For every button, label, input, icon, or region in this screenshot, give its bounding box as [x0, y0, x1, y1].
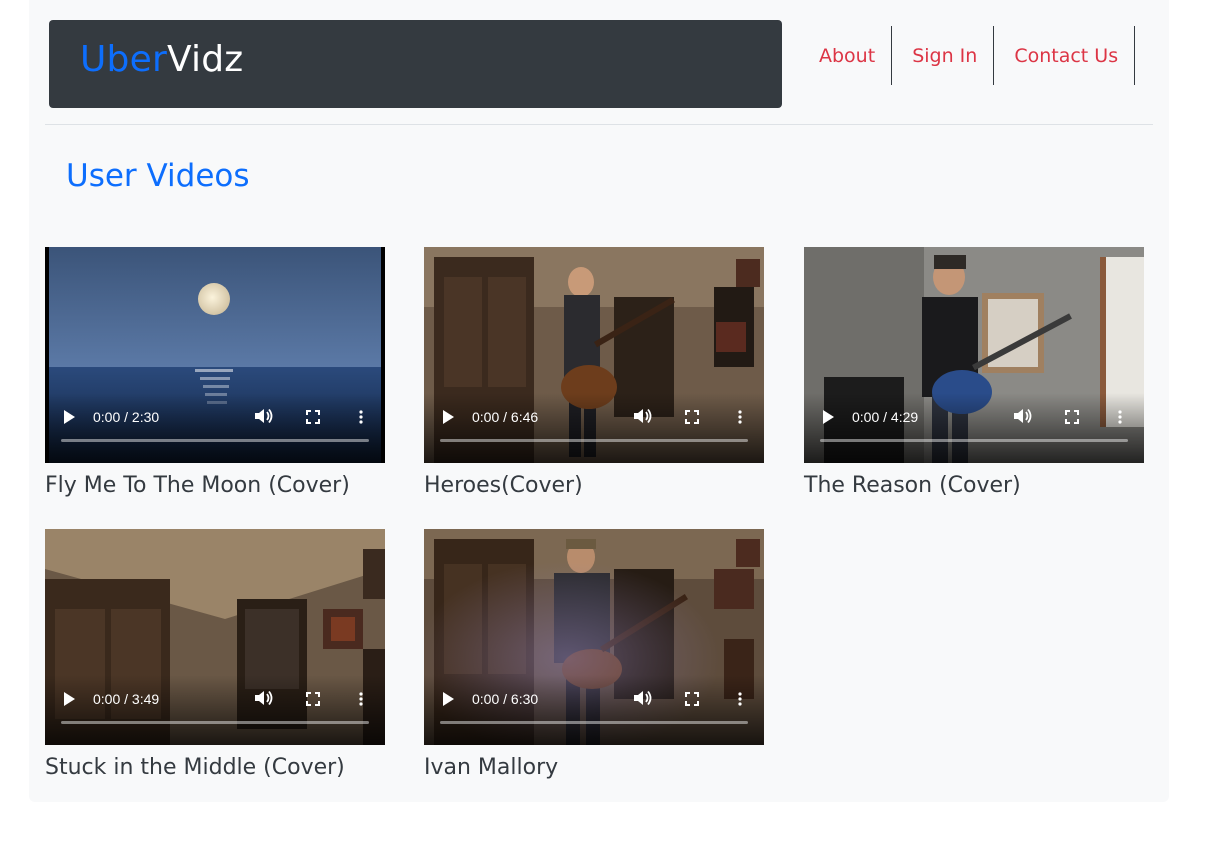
video-controls: 0:00 / 2:30 [45, 393, 385, 463]
video-time: 0:00 / 3:49 [93, 691, 160, 707]
volume-icon[interactable] [255, 407, 273, 425]
video-progress-bar[interactable] [440, 721, 748, 724]
play-icon[interactable] [440, 409, 456, 425]
video-title[interactable]: The Reason (Cover) [804, 473, 1144, 498]
brand-vidz: Vidz [166, 39, 244, 80]
fullscreen-icon[interactable] [1064, 409, 1080, 425]
brand-logo[interactable]: UberVidz [80, 39, 243, 80]
fullscreen-icon[interactable] [684, 409, 700, 425]
play-icon[interactable] [820, 409, 836, 425]
play-icon[interactable] [440, 691, 456, 707]
play-icon[interactable] [61, 691, 77, 707]
video-time: 0:00 / 2:30 [93, 409, 160, 425]
video-controls: 0:00 / 3:49 [45, 675, 385, 745]
video-time: 0:00 / 6:30 [472, 691, 539, 707]
video-title[interactable]: Stuck in the Middle (Cover) [45, 755, 385, 780]
video-card: 0:00 / 6:46 Heroes(Cover) [424, 247, 764, 498]
volume-icon[interactable] [1014, 407, 1032, 425]
video-title[interactable]: Fly Me To The Moon (Cover) [45, 473, 385, 498]
video-title[interactable]: Ivan Mallory [424, 755, 764, 780]
nav-sign-in[interactable]: Sign In [892, 26, 995, 85]
more-options-icon[interactable] [1114, 409, 1126, 425]
header-divider [45, 124, 1153, 125]
video-time: 0:00 / 6:46 [472, 409, 539, 425]
video-card: 0:00 / 4:29 The Reason (Cover) [804, 247, 1144, 498]
video-controls: 0:00 / 6:46 [424, 393, 764, 463]
nav-contact-us[interactable]: Contact Us [994, 26, 1136, 85]
fullscreen-icon[interactable] [684, 691, 700, 707]
more-options-icon[interactable] [355, 691, 367, 707]
video-player[interactable]: 0:00 / 6:46 [424, 247, 764, 463]
video-progress-bar[interactable] [440, 439, 748, 442]
video-player[interactable]: 0:00 / 3:49 [45, 529, 385, 745]
video-progress-bar[interactable] [61, 439, 369, 442]
video-card: 0:00 / 2:30 Fly Me To The Moon (Cover) [45, 247, 385, 498]
video-player[interactable]: 0:00 / 6:30 [424, 529, 764, 745]
video-title[interactable]: Heroes(Cover) [424, 473, 764, 498]
volume-icon[interactable] [255, 689, 273, 707]
brand-bar: UberVidz [49, 20, 782, 108]
top-nav: About Sign In Contact Us [799, 26, 1136, 85]
video-player[interactable]: 0:00 / 4:29 [804, 247, 1144, 463]
volume-icon[interactable] [634, 689, 652, 707]
fullscreen-icon[interactable] [305, 691, 321, 707]
page-container: UberVidz About Sign In Contact Us User V… [29, 0, 1169, 802]
nav-about[interactable]: About [799, 26, 893, 85]
fullscreen-icon[interactable] [305, 409, 321, 425]
video-player[interactable]: 0:00 / 2:30 [45, 247, 385, 463]
video-controls: 0:00 / 4:29 [804, 393, 1144, 463]
more-options-icon[interactable] [734, 409, 746, 425]
section-title: User Videos [66, 158, 250, 194]
video-progress-bar[interactable] [61, 721, 369, 724]
volume-icon[interactable] [634, 407, 652, 425]
video-card: 0:00 / 3:49 Stuck in the Middle (Cover) [45, 529, 385, 780]
video-time: 0:00 / 4:29 [852, 409, 919, 425]
video-card: 0:00 / 6:30 Ivan Mallory [424, 529, 764, 780]
video-progress-bar[interactable] [820, 439, 1128, 442]
more-options-icon[interactable] [734, 691, 746, 707]
video-controls: 0:00 / 6:30 [424, 675, 764, 745]
brand-uber: Uber [80, 39, 167, 80]
more-options-icon[interactable] [355, 409, 367, 425]
play-icon[interactable] [61, 409, 77, 425]
